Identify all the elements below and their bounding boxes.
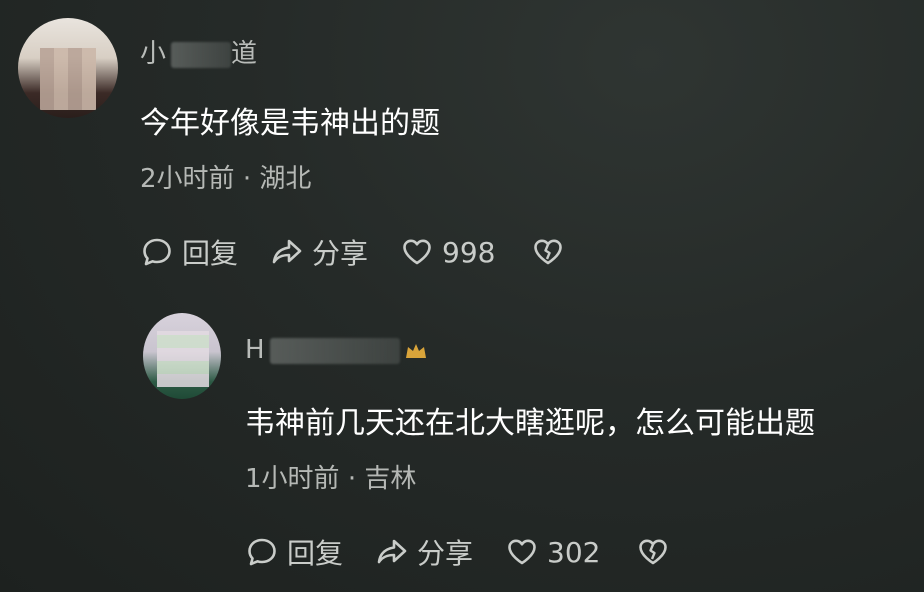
avatar[interactable] — [18, 18, 118, 118]
like-count: 998 — [442, 235, 496, 269]
share-button[interactable]: 分享 — [270, 232, 368, 272]
like-button[interactable]: 302 — [505, 535, 600, 569]
reply-label: 回复 — [182, 237, 239, 270]
comment-username[interactable]: H — [245, 335, 428, 365]
heart-icon — [508, 539, 536, 565]
meta-separator: · — [347, 464, 357, 494]
comment-time: 2小时前 — [140, 164, 235, 194]
reply-label: 回复 — [287, 537, 344, 570]
speech-bubble-icon — [143, 238, 171, 266]
heart-icon — [403, 239, 431, 265]
avatar-blur — [40, 48, 96, 110]
share-arrow-icon — [377, 539, 407, 564]
username-text: 小 — [140, 39, 168, 69]
username-tail: 道 — [231, 39, 259, 69]
username-text: H — [245, 335, 266, 365]
reply-button[interactable]: 回复 — [245, 532, 343, 572]
share-label: 分享 — [417, 537, 474, 570]
avatar[interactable] — [143, 313, 221, 399]
speech-bubble-icon — [248, 538, 276, 566]
share-button[interactable]: 分享 — [375, 532, 473, 572]
share-arrow-icon — [272, 239, 302, 264]
like-button[interactable]: 998 — [400, 235, 495, 269]
crown-icon — [405, 343, 426, 358]
broken-heart-icon — [534, 239, 563, 265]
dislike-button[interactable] — [531, 235, 565, 269]
username-mask — [171, 41, 232, 68]
meta-separator: · — [242, 164, 252, 194]
comment-actions: 回复 分享 998 — [140, 232, 597, 272]
like-count: 302 — [547, 535, 601, 569]
comment-text: 韦神前几天还在北大瞎逛呢，怎么可能出题 — [245, 406, 815, 441]
comment-username[interactable]: 小道 — [140, 33, 258, 70]
comment-time: 1小时前 — [245, 464, 340, 494]
comment-actions: 回复 分享 302 — [245, 532, 702, 572]
comment-meta: 1小时前 · 吉林 — [245, 458, 416, 495]
comment-text: 今年好像是韦神出的题 — [140, 106, 440, 141]
share-label: 分享 — [312, 237, 369, 270]
comment-location: 湖北 — [259, 164, 312, 194]
reply-comment-item: H 韦神前几天还在北大瞎逛呢，怎么可能出题 1小时前 · 吉林 回复 分享 30… — [0, 300, 924, 592]
comment-item: 小道 今年好像是韦神出的题 2小时前 · 湖北 回复 分享 998 — [0, 0, 924, 300]
reply-button[interactable]: 回复 — [140, 232, 238, 272]
comment-meta: 2小时前 · 湖北 — [140, 158, 311, 195]
comment-location: 吉林 — [364, 464, 417, 494]
avatar-blur — [157, 331, 209, 387]
dislike-button[interactable] — [636, 535, 670, 569]
broken-heart-icon — [639, 539, 668, 565]
username-mask — [269, 337, 400, 364]
